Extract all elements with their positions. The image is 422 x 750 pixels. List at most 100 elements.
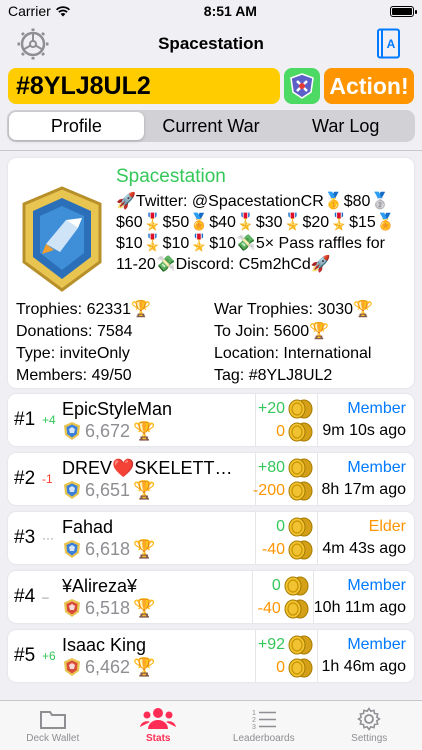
- donated-count: 0: [271, 576, 281, 594]
- member-identity: #4– ¥Alireza¥ 6,518 🏆: [8, 571, 253, 623]
- rank-change: ···: [42, 531, 54, 545]
- member-row[interactable]: #1 +4 EpicStyleMan 6,672 🏆 +20 0 Member 9m 10s a…: [8, 394, 414, 446]
- gold-coins-icon: [284, 576, 309, 595]
- gear-wheel-icon[interactable]: [16, 27, 50, 61]
- header-divider: [0, 150, 422, 151]
- member-row[interactable]: #3 ··· Fahad 6,618 🏆 0 -40 Elder 4m 43s ago: [8, 512, 414, 564]
- clan-stats: Trophies: 62331🏆 War Trophies: 3030🏆 Don…: [16, 299, 406, 386]
- member-trophies: 6,651 🏆: [62, 480, 255, 501]
- donated-count: 0: [276, 517, 285, 535]
- tab-leaderboards[interactable]: 123 Leaderboards: [211, 701, 317, 750]
- gold-coins-icon: [288, 458, 313, 477]
- trophy-icon: 🏆: [133, 420, 156, 441]
- page-title: Spacestation: [158, 34, 264, 53]
- arena-badge-icon: [64, 540, 80, 558]
- clan-tag-input[interactable]: #8YLJ8UL2: [8, 68, 280, 104]
- member-identity: #5 +6 Isaac King 6,462 🏆: [8, 630, 256, 682]
- stat-donations: Donations: 7584: [16, 323, 133, 340]
- wifi-icon: [55, 6, 70, 17]
- clash-royale-icon[interactable]: [284, 68, 320, 104]
- member-rank: #5: [14, 645, 36, 666]
- arena-badge-icon: [64, 481, 80, 499]
- address-book-icon[interactable]: A: [372, 27, 406, 61]
- tab-settings[interactable]: Settings: [317, 701, 422, 750]
- member-donations: +20 0: [256, 394, 318, 446]
- member-last-seen: 10h 11m ago: [313, 599, 406, 616]
- tab-bar: Deck Wallet Stats 123 Leaderboards Setti…: [0, 700, 422, 750]
- tab-stats[interactable]: Stats: [106, 701, 212, 750]
- clan-card: Spacestation 🚀Twitter: @SpacestationCR🥇$…: [8, 158, 414, 388]
- gold-coins-icon: [288, 635, 313, 654]
- gold-coins-icon: [288, 399, 313, 418]
- trophy-icon: 🏆: [133, 538, 156, 559]
- trophy-icon: 🏆: [131, 301, 151, 318]
- member-row[interactable]: #5 +6 Isaac King 6,462 🏆 +92 0 Member 1h 46m ago: [8, 630, 414, 682]
- clan-badge-icon: [22, 186, 102, 292]
- member-role: Member: [347, 577, 406, 594]
- nav-bar: Spacestation A: [0, 22, 422, 66]
- member-rank: #4: [14, 586, 36, 607]
- rank-change: +4: [42, 413, 56, 427]
- member-identity: #2 -1 DREV❤️SKELETT… 6,651 🏆: [8, 453, 256, 505]
- segment-war-log[interactable]: War Log: [278, 112, 413, 140]
- svg-text:A: A: [387, 37, 396, 51]
- stat-members: Members: 49/50: [16, 367, 132, 384]
- member-donations: +92 0: [256, 630, 318, 682]
- gold-coins-icon: [284, 599, 309, 618]
- segmented-control: Profile Current War War Log: [7, 110, 415, 142]
- member-row[interactable]: #2 -1 DREV❤️SKELETT… 6,651 🏆 +80 -200 Member 8h …: [8, 453, 414, 505]
- war-trophy-icon: 🏆: [353, 301, 373, 318]
- people-icon: [140, 708, 177, 729]
- received-count: -40: [261, 540, 285, 558]
- member-row[interactable]: #4– ¥Alireza¥ 6,518 🏆 0 -40 Member 10h 11m ago: [8, 571, 414, 623]
- carrier-label: Carrier: [8, 3, 51, 19]
- trophy-icon: 🏆: [133, 656, 156, 677]
- tab-deck-wallet[interactable]: Deck Wallet: [0, 701, 106, 750]
- folder-icon: [39, 711, 66, 729]
- member-role: Member: [347, 400, 406, 417]
- stat-trophies: Trophies: 62331🏆: [16, 301, 151, 318]
- member-rank: #1: [14, 409, 36, 430]
- member-name: Fahad: [62, 516, 114, 537]
- rank-change: -1: [42, 472, 53, 486]
- arena-badge-icon: [64, 658, 80, 676]
- member-list: #1 +4 EpicStyleMan 6,672 🏆 +20 0 Member 9m 10s a…: [0, 394, 422, 682]
- member-status: Member 10h 11m ago: [314, 571, 414, 623]
- gold-coins-icon: [288, 658, 313, 677]
- action-button[interactable]: Action!: [324, 68, 414, 104]
- stat-to-join: To Join: 5600🏆: [214, 323, 330, 340]
- received-count: 0: [276, 422, 285, 440]
- donated-count: +92: [257, 635, 285, 653]
- member-name: EpicStyleMan: [62, 398, 173, 419]
- member-trophies: 6,618 🏆: [62, 539, 255, 560]
- rank-change: +6: [42, 649, 56, 663]
- donated-count: +80: [257, 458, 285, 476]
- member-role: Member: [347, 636, 406, 653]
- segment-profile[interactable]: Profile: [9, 112, 144, 140]
- member-identity: #1 +4 EpicStyleMan 6,672 🏆: [8, 394, 256, 446]
- trophy-icon: 🏆: [133, 597, 156, 618]
- member-donations: +80 -200: [253, 453, 318, 505]
- arena-badge-icon: [64, 422, 80, 440]
- stat-location: Location: International: [214, 345, 372, 362]
- trophy-icon: 🏆: [133, 479, 156, 500]
- trophy-icon: 🏆: [309, 323, 330, 340]
- member-last-seen: 1h 46m ago: [321, 658, 406, 675]
- segment-current-war[interactable]: Current War: [144, 112, 279, 140]
- gold-coins-icon: [288, 517, 313, 536]
- member-role: Member: [347, 459, 406, 476]
- member-name: DREV❤️SKELETT…: [62, 457, 233, 478]
- member-donations: 0 -40: [253, 571, 314, 623]
- member-name: ¥Alireza¥: [62, 575, 138, 596]
- arena-badge-icon: [64, 599, 80, 617]
- svg-text:3: 3: [252, 724, 256, 731]
- member-status: Member 1h 46m ago: [318, 630, 414, 682]
- received-count: 0: [276, 658, 285, 676]
- received-count: -40: [257, 599, 281, 617]
- member-status: Member 8h 17m ago: [318, 453, 414, 505]
- gold-coins-icon: [288, 422, 313, 441]
- donated-count: +20: [257, 399, 285, 417]
- clan-name: Spacestation: [116, 166, 226, 187]
- member-donations: 0 -40: [256, 512, 318, 564]
- member-trophies: 6,462 🏆: [62, 657, 255, 678]
